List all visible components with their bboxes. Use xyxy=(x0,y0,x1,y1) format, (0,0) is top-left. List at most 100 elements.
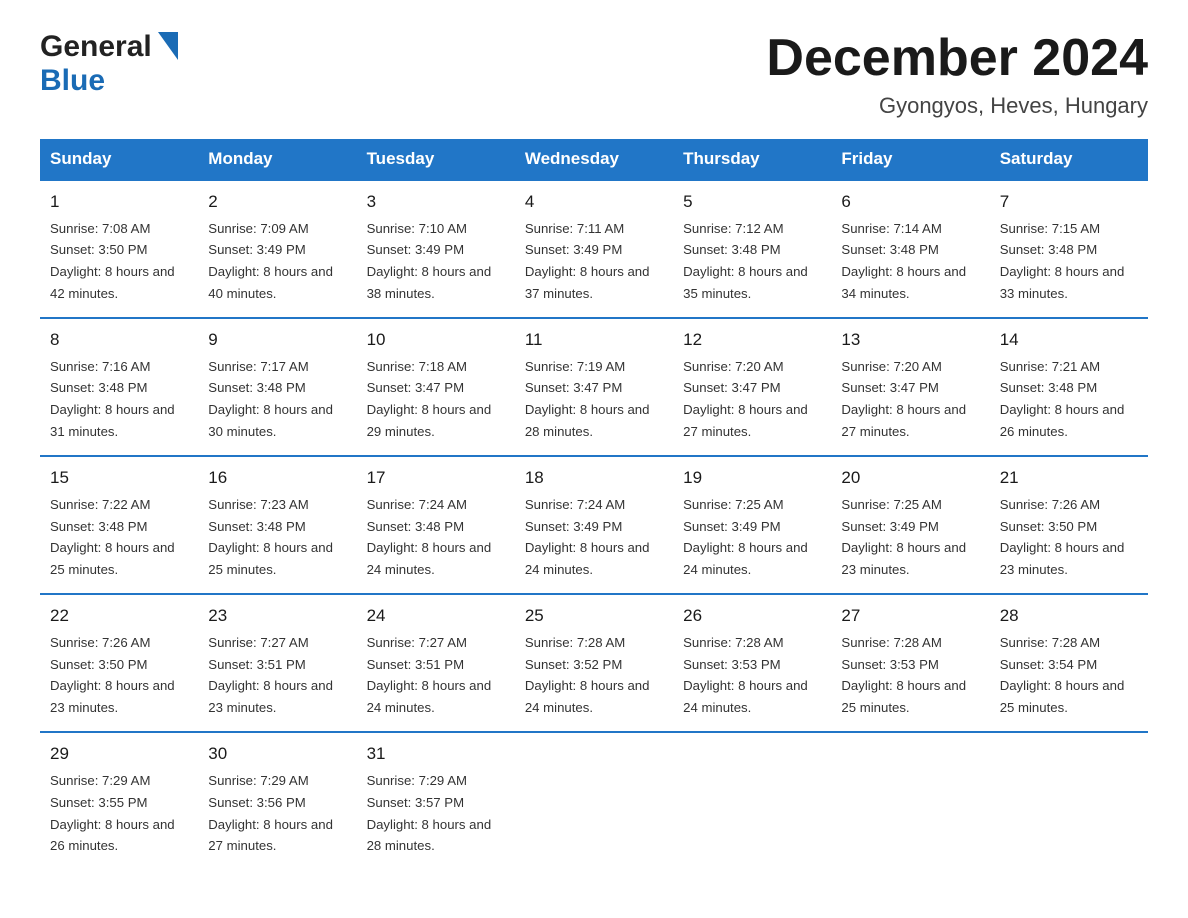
day-info: Sunrise: 7:20 AMSunset: 3:47 PMDaylight:… xyxy=(683,359,808,440)
table-row: 30 Sunrise: 7:29 AMSunset: 3:56 PMDaylig… xyxy=(198,732,356,869)
day-info: Sunrise: 7:10 AMSunset: 3:49 PMDaylight:… xyxy=(367,221,492,302)
logo: General Blue xyxy=(40,30,178,98)
table-row: 12 Sunrise: 7:20 AMSunset: 3:47 PMDaylig… xyxy=(673,318,831,456)
day-number: 31 xyxy=(367,741,505,767)
table-row: 24 Sunrise: 7:27 AMSunset: 3:51 PMDaylig… xyxy=(357,594,515,732)
day-info: Sunrise: 7:28 AMSunset: 3:52 PMDaylight:… xyxy=(525,635,650,716)
day-info: Sunrise: 7:16 AMSunset: 3:48 PMDaylight:… xyxy=(50,359,175,440)
table-row: 13 Sunrise: 7:20 AMSunset: 3:47 PMDaylig… xyxy=(831,318,989,456)
day-info: Sunrise: 7:25 AMSunset: 3:49 PMDaylight:… xyxy=(683,497,808,578)
table-row: 5 Sunrise: 7:12 AMSunset: 3:48 PMDayligh… xyxy=(673,180,831,318)
page-header: General Blue December 2024 Gyongyos, Hev… xyxy=(40,30,1148,119)
col-tuesday: Tuesday xyxy=(357,139,515,180)
day-number: 27 xyxy=(841,603,979,629)
logo-blue: Blue xyxy=(40,64,105,98)
table-row: 15 Sunrise: 7:22 AMSunset: 3:48 PMDaylig… xyxy=(40,456,198,594)
day-number: 17 xyxy=(367,465,505,491)
day-info: Sunrise: 7:28 AMSunset: 3:54 PMDaylight:… xyxy=(1000,635,1125,716)
logo-chevron-icon xyxy=(156,32,178,65)
table-row: 31 Sunrise: 7:29 AMSunset: 3:57 PMDaylig… xyxy=(357,732,515,869)
table-row xyxy=(673,732,831,869)
table-row: 18 Sunrise: 7:24 AMSunset: 3:49 PMDaylig… xyxy=(515,456,673,594)
table-row xyxy=(515,732,673,869)
day-number: 30 xyxy=(208,741,346,767)
day-info: Sunrise: 7:28 AMSunset: 3:53 PMDaylight:… xyxy=(683,635,808,716)
day-number: 8 xyxy=(50,327,188,353)
table-row: 2 Sunrise: 7:09 AMSunset: 3:49 PMDayligh… xyxy=(198,180,356,318)
calendar-week-row: 22 Sunrise: 7:26 AMSunset: 3:50 PMDaylig… xyxy=(40,594,1148,732)
title-area: December 2024 Gyongyos, Heves, Hungary xyxy=(766,30,1148,119)
day-info: Sunrise: 7:09 AMSunset: 3:49 PMDaylight:… xyxy=(208,221,333,302)
day-info: Sunrise: 7:23 AMSunset: 3:48 PMDaylight:… xyxy=(208,497,333,578)
col-monday: Monday xyxy=(198,139,356,180)
day-number: 7 xyxy=(1000,189,1138,215)
day-number: 25 xyxy=(525,603,663,629)
day-number: 4 xyxy=(525,189,663,215)
table-row: 7 Sunrise: 7:15 AMSunset: 3:48 PMDayligh… xyxy=(990,180,1148,318)
col-sunday: Sunday xyxy=(40,139,198,180)
table-row xyxy=(831,732,989,869)
day-info: Sunrise: 7:12 AMSunset: 3:48 PMDaylight:… xyxy=(683,221,808,302)
day-number: 19 xyxy=(683,465,821,491)
day-info: Sunrise: 7:15 AMSunset: 3:48 PMDaylight:… xyxy=(1000,221,1125,302)
day-number: 2 xyxy=(208,189,346,215)
table-row: 29 Sunrise: 7:29 AMSunset: 3:55 PMDaylig… xyxy=(40,732,198,869)
day-number: 15 xyxy=(50,465,188,491)
day-info: Sunrise: 7:29 AMSunset: 3:57 PMDaylight:… xyxy=(367,773,492,854)
day-info: Sunrise: 7:26 AMSunset: 3:50 PMDaylight:… xyxy=(1000,497,1125,578)
day-info: Sunrise: 7:29 AMSunset: 3:55 PMDaylight:… xyxy=(50,773,175,854)
day-number: 9 xyxy=(208,327,346,353)
table-row: 3 Sunrise: 7:10 AMSunset: 3:49 PMDayligh… xyxy=(357,180,515,318)
day-number: 10 xyxy=(367,327,505,353)
day-info: Sunrise: 7:27 AMSunset: 3:51 PMDaylight:… xyxy=(208,635,333,716)
day-info: Sunrise: 7:27 AMSunset: 3:51 PMDaylight:… xyxy=(367,635,492,716)
day-info: Sunrise: 7:20 AMSunset: 3:47 PMDaylight:… xyxy=(841,359,966,440)
day-info: Sunrise: 7:24 AMSunset: 3:49 PMDaylight:… xyxy=(525,497,650,578)
col-wednesday: Wednesday xyxy=(515,139,673,180)
day-info: Sunrise: 7:21 AMSunset: 3:48 PMDaylight:… xyxy=(1000,359,1125,440)
table-row: 19 Sunrise: 7:25 AMSunset: 3:49 PMDaylig… xyxy=(673,456,831,594)
table-row: 14 Sunrise: 7:21 AMSunset: 3:48 PMDaylig… xyxy=(990,318,1148,456)
day-number: 12 xyxy=(683,327,821,353)
table-row: 8 Sunrise: 7:16 AMSunset: 3:48 PMDayligh… xyxy=(40,318,198,456)
day-info: Sunrise: 7:26 AMSunset: 3:50 PMDaylight:… xyxy=(50,635,175,716)
day-info: Sunrise: 7:19 AMSunset: 3:47 PMDaylight:… xyxy=(525,359,650,440)
day-number: 13 xyxy=(841,327,979,353)
day-number: 1 xyxy=(50,189,188,215)
table-row: 1 Sunrise: 7:08 AMSunset: 3:50 PMDayligh… xyxy=(40,180,198,318)
table-row: 23 Sunrise: 7:27 AMSunset: 3:51 PMDaylig… xyxy=(198,594,356,732)
calendar-table: Sunday Monday Tuesday Wednesday Thursday… xyxy=(40,139,1148,869)
table-row: 4 Sunrise: 7:11 AMSunset: 3:49 PMDayligh… xyxy=(515,180,673,318)
day-number: 21 xyxy=(1000,465,1138,491)
day-number: 6 xyxy=(841,189,979,215)
col-friday: Friday xyxy=(831,139,989,180)
calendar-week-row: 1 Sunrise: 7:08 AMSunset: 3:50 PMDayligh… xyxy=(40,180,1148,318)
day-number: 29 xyxy=(50,741,188,767)
table-row: 21 Sunrise: 7:26 AMSunset: 3:50 PMDaylig… xyxy=(990,456,1148,594)
logo-general: General xyxy=(40,30,152,64)
table-row: 25 Sunrise: 7:28 AMSunset: 3:52 PMDaylig… xyxy=(515,594,673,732)
day-info: Sunrise: 7:11 AMSunset: 3:49 PMDaylight:… xyxy=(525,221,650,302)
day-info: Sunrise: 7:28 AMSunset: 3:53 PMDaylight:… xyxy=(841,635,966,716)
day-number: 3 xyxy=(367,189,505,215)
table-row: 22 Sunrise: 7:26 AMSunset: 3:50 PMDaylig… xyxy=(40,594,198,732)
day-number: 18 xyxy=(525,465,663,491)
table-row xyxy=(990,732,1148,869)
calendar-week-row: 29 Sunrise: 7:29 AMSunset: 3:55 PMDaylig… xyxy=(40,732,1148,869)
calendar-week-row: 8 Sunrise: 7:16 AMSunset: 3:48 PMDayligh… xyxy=(40,318,1148,456)
table-row: 28 Sunrise: 7:28 AMSunset: 3:54 PMDaylig… xyxy=(990,594,1148,732)
day-number: 23 xyxy=(208,603,346,629)
day-number: 5 xyxy=(683,189,821,215)
col-saturday: Saturday xyxy=(990,139,1148,180)
table-row: 16 Sunrise: 7:23 AMSunset: 3:48 PMDaylig… xyxy=(198,456,356,594)
day-info: Sunrise: 7:25 AMSunset: 3:49 PMDaylight:… xyxy=(841,497,966,578)
day-number: 26 xyxy=(683,603,821,629)
calendar-subtitle: Gyongyos, Heves, Hungary xyxy=(766,93,1148,119)
table-row: 26 Sunrise: 7:28 AMSunset: 3:53 PMDaylig… xyxy=(673,594,831,732)
day-info: Sunrise: 7:18 AMSunset: 3:47 PMDaylight:… xyxy=(367,359,492,440)
day-info: Sunrise: 7:22 AMSunset: 3:48 PMDaylight:… xyxy=(50,497,175,578)
day-number: 24 xyxy=(367,603,505,629)
day-info: Sunrise: 7:14 AMSunset: 3:48 PMDaylight:… xyxy=(841,221,966,302)
col-thursday: Thursday xyxy=(673,139,831,180)
table-row: 27 Sunrise: 7:28 AMSunset: 3:53 PMDaylig… xyxy=(831,594,989,732)
